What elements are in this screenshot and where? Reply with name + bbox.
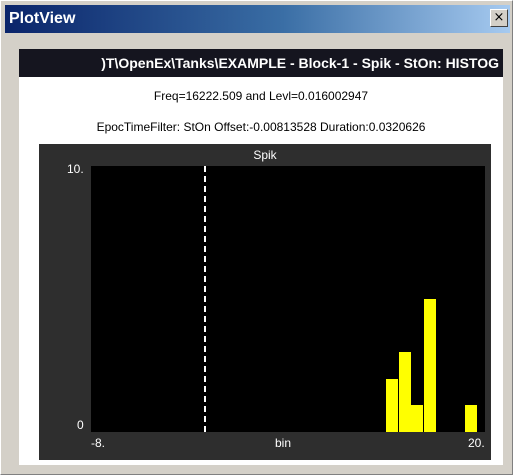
title-bar[interactable]: PlotView × bbox=[5, 5, 510, 33]
marker-line bbox=[203, 166, 206, 432]
x-axis-label: bin bbox=[275, 436, 292, 450]
x-tick-min: -8. bbox=[91, 436, 106, 450]
histogram-bar bbox=[411, 405, 424, 432]
y-tick-min: 0 bbox=[77, 418, 84, 432]
tank-path-label: )T\OpenEx\Tanks\EXAMPLE - Block-1 - Spik… bbox=[101, 55, 499, 71]
plot-title: Spik bbox=[253, 148, 277, 162]
plot-content: )T\OpenEx\Tanks\EXAMPLE - Block-1 - Spik… bbox=[19, 49, 503, 465]
histogram-bar bbox=[386, 378, 399, 432]
freq-info: Freq=16222.509 and Levl=0.016002947 bbox=[153, 89, 369, 103]
close-icon: × bbox=[493, 10, 505, 25]
window-title: PlotView bbox=[9, 10, 76, 27]
histogram-bar bbox=[398, 352, 411, 432]
histogram-bar bbox=[464, 405, 477, 432]
histogram-bar bbox=[424, 299, 437, 432]
epoc-filter-info: EpocTimeFilter: StOn Offset:-0.00813528 … bbox=[96, 120, 426, 134]
close-button[interactable]: × bbox=[490, 9, 508, 27]
plotview-window: PlotView × )T\OpenEx\Tanks\EXAMPLE - Blo… bbox=[0, 0, 513, 475]
y-tick-max: 10. bbox=[67, 162, 84, 176]
plot-panel: Spik 10. 0 -8. bin 20. bbox=[39, 144, 491, 460]
histogram-plot-area[interactable] bbox=[91, 166, 485, 432]
x-tick-max: 20. bbox=[468, 436, 485, 450]
path-header: )T\OpenEx\Tanks\EXAMPLE - Block-1 - Spik… bbox=[19, 49, 503, 77]
